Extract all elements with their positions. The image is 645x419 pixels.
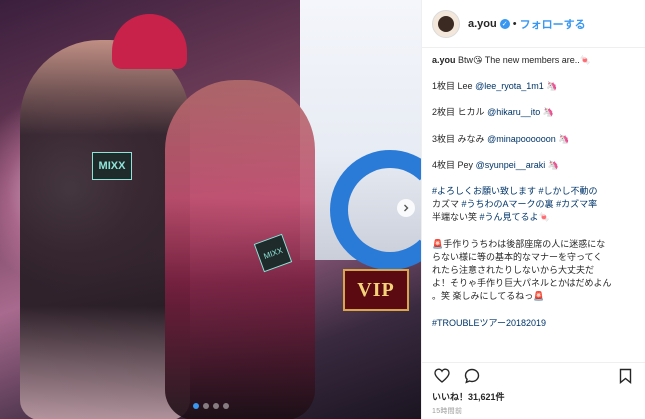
caption-word: カズマ — [432, 199, 460, 210]
caption-word: 1枚目 — [432, 81, 456, 92]
chevron-right-icon — [404, 204, 409, 212]
hashtag-link[interactable]: #TROUBLEツアー20182019 — [432, 318, 546, 328]
caption-gap — [432, 304, 635, 317]
likes-count[interactable]: いいね！31,621件 — [432, 390, 505, 403]
caption-gap — [432, 172, 635, 185]
hashtag-link[interactable]: #うちわのAマークの裏 — [462, 199, 554, 209]
performer-left-hair — [112, 14, 187, 69]
carousel-dot — [202, 403, 209, 409]
caption-line: #よろしくお願い致します #しかし不動の — [432, 185, 635, 198]
post-sidebar: a.you ✓ • フォローする a.you Btw😘 The new memb… — [421, 0, 645, 419]
hashtag-link[interactable]: #よろしくお願い致します — [432, 186, 536, 196]
caption-line: よ！そりゃ手作り巨大パネルとかはだめよん — [432, 277, 635, 290]
caption-word: 半端ない笑 — [432, 212, 478, 223]
mention-link[interactable]: @syunpei__araki — [476, 160, 546, 170]
caption-line: 3枚目 みなみ @minapoooooon 🦄 — [432, 133, 635, 146]
avatar[interactable] — [432, 9, 460, 38]
caption-text: れたら注意されたりしないから大丈夫だ — [432, 265, 595, 276]
caption-line: #TROUBLEツアー20182019 — [432, 317, 635, 330]
comment-icon — [464, 368, 480, 383]
caption-gap — [432, 225, 635, 238]
avatar-image — [438, 15, 454, 32]
caption-text: Btw😘 The new members are..🍬 — [455, 55, 591, 65]
caption-word: 3枚目 — [432, 133, 456, 144]
caption-text: #よろしくお願い致します #しかし不動の — [432, 186, 598, 196]
caption-text: #TROUBLEツアー20182019 — [432, 318, 546, 328]
hashtag-link[interactable]: #カズマ率 — [556, 199, 597, 209]
caption-gap — [432, 93, 635, 106]
performer-right — [165, 80, 315, 419]
mention-link[interactable]: @minapoooooon — [487, 134, 556, 144]
caption-word: 2枚目 — [432, 107, 456, 118]
caption-word: Lee — [457, 81, 473, 92]
caption-line: a.you Btw😘 The new members are..🍬 — [432, 54, 635, 67]
caption-gap — [432, 67, 635, 80]
caption-word: 🦄 — [547, 159, 559, 170]
like-button[interactable] — [432, 366, 452, 386]
caption-word: Pey — [457, 159, 474, 170]
caption-line: 1枚目 Lee @lee_ryota_1m1 🦄 — [432, 80, 635, 93]
caption-text: 🚨手作りうちわは後部座席の人に迷惑にな — [432, 238, 606, 249]
verified-badge-icon: ✓ — [499, 18, 510, 29]
bookmark-icon — [619, 368, 631, 384]
mention-link[interactable]: @lee_ryota_1m1 — [475, 81, 544, 91]
follow-button[interactable]: フォローする — [520, 16, 586, 32]
caption-gap — [432, 120, 635, 133]
action-bar — [422, 362, 645, 388]
username-link[interactable]: a.you — [468, 18, 497, 30]
caption-line: 半端ない笑 #うん見てるよ🍬 — [432, 211, 635, 224]
caption-username-link[interactable]: a.you — [432, 55, 456, 65]
caption-text: よ！そりゃ手作り巨大パネルとかはだめよん — [432, 278, 612, 289]
caption-line: 。笑 楽しみにしてるねっ🚨 — [432, 290, 635, 303]
caption-text: 。笑 楽しみにしてるねっ🚨 — [432, 291, 545, 302]
caption-word: ヒカル — [457, 107, 485, 118]
caption-text: らない様に等の基本的なマナーを守ってく — [432, 251, 603, 262]
caption-word: 🦄 — [546, 81, 558, 92]
carousel-dot — [212, 403, 219, 409]
caption-word: みなみ — [457, 133, 485, 144]
caption-word: 4枚目 — [432, 159, 456, 170]
caption-line: カズマ #うちわのAマークの裏 #カズマ率 — [432, 198, 635, 211]
mention-link[interactable]: @hikaru__ito — [487, 107, 540, 117]
carousel-next-button[interactable] — [397, 199, 415, 217]
caption-text: 1枚目 Lee @lee_ryota_1m1 🦄 — [432, 81, 558, 91]
carousel-dot — [222, 403, 229, 409]
heart-icon — [434, 368, 450, 383]
separator-dot: • — [512, 17, 517, 30]
caption-gap — [432, 146, 635, 159]
caption-text: 3枚目 みなみ @minapoooooon 🦄 — [432, 134, 569, 144]
caption-text: 半端ない笑 #うん見てるよ🍬 — [432, 212, 550, 222]
post-timestamp[interactable]: 15時間前 — [432, 406, 462, 416]
hashtag-link[interactable]: #うん見てるよ🍬 — [480, 212, 550, 222]
post-caption: a.you Btw😘 The new members are..🍬 1枚目 Lee… — [432, 54, 635, 360]
caption-text: 2枚目 ヒカル @hikaru__ito 🦄 — [432, 107, 554, 117]
carousel-dots — [0, 403, 421, 409]
performer-badge: MIXX — [92, 152, 132, 180]
caption-line: 2枚目 ヒカル @hikaru__ito 🦄 — [432, 106, 635, 119]
caption-line: らない様に等の基本的なマナーを守ってく — [432, 251, 635, 264]
caption-word: 🦄 — [558, 133, 570, 144]
carousel-dot — [192, 403, 199, 409]
caption-line: 4枚目 Pey @syunpei__araki 🦄 — [432, 159, 635, 172]
caption-line: れたら注意されたりしないから大丈夫だ — [432, 264, 635, 277]
caption-text: カズマ #うちわのAマークの裏 #カズマ率 — [432, 199, 597, 209]
post-photo[interactable]: MIXX MIXX VIP — [0, 0, 421, 419]
caption-line: 🚨手作りうちわは後部座席の人に迷惑にな — [432, 238, 635, 251]
caption-word: 🦄 — [542, 107, 554, 118]
vip-sign: VIP — [343, 269, 409, 311]
save-button[interactable] — [615, 366, 635, 386]
comment-button[interactable] — [462, 366, 482, 386]
caption-text: 4枚目 Pey @syunpei__araki 🦄 — [432, 160, 559, 170]
post-header: a.you ✓ • フォローする — [422, 0, 645, 48]
hashtag-link[interactable]: #しかし不動の — [539, 186, 598, 196]
